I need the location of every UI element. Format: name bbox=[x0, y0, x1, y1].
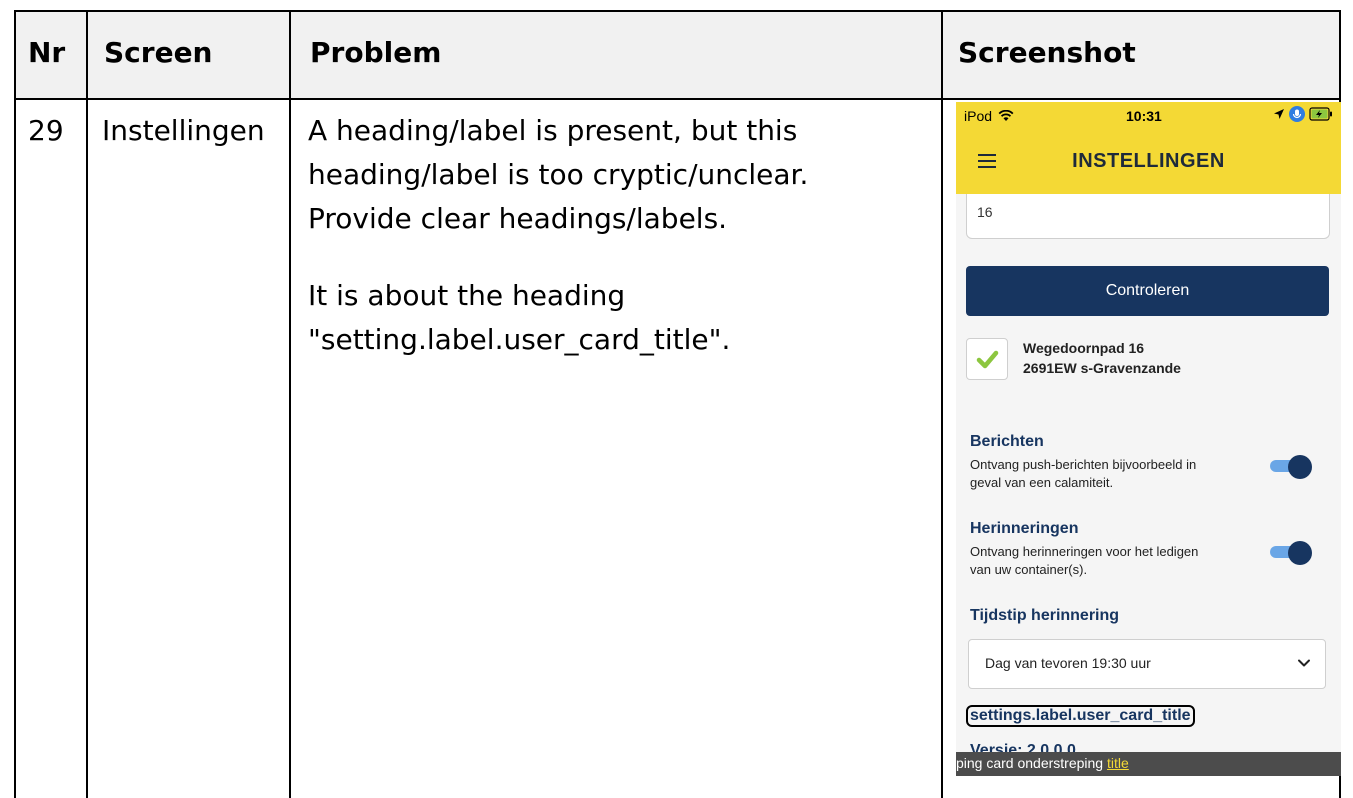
description-line: Ontvang push-berichten bijvoorbeeld in bbox=[970, 457, 1197, 472]
page-title: INSTELLINGEN bbox=[1072, 150, 1225, 172]
tijdstip-title: Tijdstip herinnering bbox=[970, 607, 1120, 624]
address-line-1: Wegedoornpad 16 bbox=[1023, 340, 1145, 356]
column-divider bbox=[14, 10, 16, 798]
chevron-down-icon bbox=[1298, 659, 1310, 667]
microphone-icon bbox=[1289, 106, 1305, 122]
column-divider bbox=[86, 10, 88, 798]
problem-text-line: heading/label is too cryptic/unclear. bbox=[308, 158, 809, 191]
check-address-button[interactable]: Controleren bbox=[966, 266, 1329, 316]
header-screen: Screen bbox=[104, 36, 213, 69]
carrier-label: iPod bbox=[964, 108, 993, 124]
voiceover-caption: ping card onderstreping title bbox=[956, 752, 1341, 776]
problem-text-line: A heading/label is present, but this bbox=[308, 114, 798, 147]
herinneringen-description: Ontvang herinneringen voor het ledigen v… bbox=[970, 543, 1260, 579]
header-nr: Nr bbox=[28, 36, 66, 69]
reminder-time-value: Dag van tevoren 19:30 uur bbox=[985, 655, 1151, 671]
table-border-top bbox=[14, 10, 1341, 12]
problem-text-line: "setting.label.user_card_title". bbox=[308, 323, 731, 356]
checkmark-icon bbox=[976, 350, 999, 369]
house-number-value: 16 bbox=[977, 204, 993, 220]
status-carrier: iPod bbox=[964, 108, 1014, 124]
berichten-title: Berichten bbox=[970, 433, 1044, 450]
row-nr: 29 bbox=[28, 114, 64, 147]
problem-text-line: Provide clear headings/labels. bbox=[308, 202, 728, 235]
description-line: van uw container(s). bbox=[970, 562, 1088, 577]
caption-highlight: title bbox=[1107, 755, 1129, 771]
address-checkbox[interactable] bbox=[966, 338, 1008, 380]
header-row bbox=[14, 10, 1341, 98]
status-time: 10:31 bbox=[1126, 108, 1162, 124]
header-screenshot: Screenshot bbox=[958, 36, 1136, 69]
berichten-description: Ontvang push-berichten bijvoorbeeld in g… bbox=[970, 456, 1260, 492]
house-number-input[interactable]: 16 bbox=[966, 194, 1330, 239]
berichten-toggle[interactable] bbox=[1268, 455, 1312, 479]
status-icons bbox=[1273, 106, 1333, 122]
problem-text-line: It is about the heading bbox=[308, 279, 626, 312]
battery-charging-icon bbox=[1309, 107, 1332, 121]
column-divider bbox=[289, 10, 291, 798]
address-line-2: 2691EW s-Gravenzande bbox=[1023, 360, 1181, 376]
app-bar: iPod 10:31 INSTELLINGEN bbox=[956, 102, 1341, 194]
header-problem: Problem bbox=[310, 36, 442, 69]
herinneringen-toggle[interactable] bbox=[1268, 541, 1312, 565]
wifi-icon bbox=[998, 109, 1014, 121]
location-arrow-icon bbox=[1274, 109, 1284, 119]
app-screenshot: iPod 10:31 INSTELLINGEN 16 Controleren W… bbox=[956, 102, 1341, 776]
herinneringen-title: Herinneringen bbox=[970, 520, 1079, 537]
reminder-time-select[interactable]: Dag van tevoren 19:30 uur bbox=[968, 639, 1326, 689]
user-card-title: settings.label.user_card_title bbox=[966, 705, 1195, 727]
caption-text: ping card onderstreping bbox=[956, 755, 1107, 771]
row-screen: Instellingen bbox=[102, 114, 265, 147]
header-divider bbox=[14, 98, 1341, 100]
column-divider bbox=[941, 10, 943, 798]
description-line: Ontvang herinneringen voor het ledigen bbox=[970, 544, 1199, 559]
description-line: geval van een calamiteit. bbox=[970, 475, 1114, 490]
